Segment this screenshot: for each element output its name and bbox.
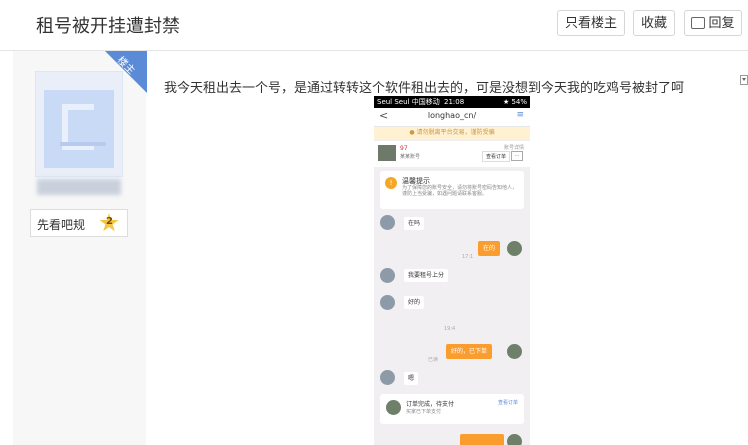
chat-message: 在吗 [404,217,425,230]
avatar [380,215,395,230]
back-icon: < [379,109,389,122]
avatar [507,344,522,359]
chat-time: 17:1 [462,254,474,260]
tip-card: ! 温馨提示 为了保障您的账号安全，请勿将账号密码告知他人，谨防上当受骗，如遇问… [380,171,524,209]
avatar [380,268,395,283]
order-sub: 买家已下单支付 [406,409,442,415]
avatar-image [44,90,114,168]
safety-notice: ● 请勿脱离平台交易，谨防受骗 [374,127,530,139]
avatar-stripe [60,142,106,146]
status-carrier: Seul Seul 中国移动 [377,98,440,106]
user-thumbnail [378,145,396,161]
author-name-blurred[interactable] [37,179,121,195]
reply-label: 回复 [708,16,735,31]
favorite-button[interactable]: 收藏 [633,10,675,36]
rules-label: 先看吧规 [37,218,86,232]
reply-button[interactable]: 回复 [684,10,742,36]
account-detail-link: 账号详情 [503,145,524,151]
chat-message-out: 在的 [478,241,501,256]
status-time: 21:08 [444,98,465,106]
level-number: 2 [106,216,113,227]
chat-message: 好的 [404,296,425,309]
phone-nav-bar: < longhao_cn/ ≡ [374,108,530,127]
phone-status-bar: Seul Seul 中国移动 21:08 ★ 54% [374,96,530,108]
order-link: 查看订单 [497,400,518,406]
menu-icon: ≡ [516,110,524,120]
rules-box[interactable]: 先看吧规 2 [30,209,128,237]
comment-icon [691,16,706,29]
order-avatar [386,400,401,415]
post-text: 我今天租出去一个号，是通过转转这个软件租出去的，可是没想到今天我的吃鸡号被封了呵 [164,81,685,96]
status-battery: ★ 54% [502,98,527,106]
chat-message-out: 好的，已下单 [446,344,493,359]
post-menu-icon[interactable] [740,75,748,85]
user-sub: 某某账号 [400,154,421,160]
thread-title: 租号被开挂遭封禁 [36,16,180,37]
order-card: 订单完成，待支付 买家已下单支付 查看订单 [380,394,524,424]
chat-title: longhao_cn/ [427,111,477,120]
chat-time: 19:4 [444,326,456,332]
author-panel: 楼主 先看吧规 2 [13,51,147,445]
order-title: 订单完成，待支付 [406,401,455,408]
owner-only-button[interactable]: 只看楼主 [557,10,625,36]
user-name: 97 [400,145,408,152]
view-order-button: 查看订单 [481,151,510,162]
chat-message-out [460,434,504,445]
chat-message: 我要租号上分 [404,269,449,282]
embedded-screenshot[interactable]: Seul Seul 中国移动 21:08 ★ 54% < longhao_cn/… [374,96,530,445]
warning-icon: ! [385,177,397,189]
tip-body: 为了保障您的账号安全，请勿将账号密码告知他人，谨防上当受骗，如遇问题请联系客服。 [402,185,518,197]
chat-message: 嗯 [404,372,419,385]
avatar [380,295,395,310]
avatar [507,241,522,256]
avatar [380,370,395,385]
thread-header: 租号被开挂遭封禁 只看楼主 收藏 回复 [0,0,748,51]
avatar [507,434,522,445]
read-receipt: 已读 [428,357,439,363]
chat-user-row: 97 某某账号 账号详情 查看订单 ... [374,141,530,167]
more-icon: ... [511,151,523,161]
